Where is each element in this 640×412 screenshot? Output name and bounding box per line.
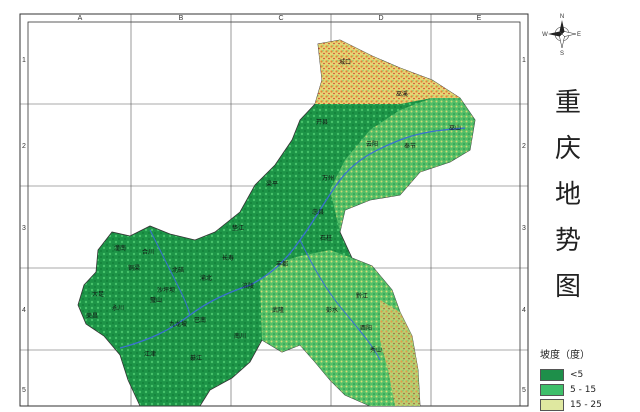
place-label: 江津 bbox=[144, 351, 156, 358]
title-char: 重 bbox=[554, 88, 581, 118]
legend-title: 坡度（度） bbox=[540, 350, 590, 361]
row-label: 2 bbox=[22, 143, 26, 150]
place-label: 渝北 bbox=[200, 274, 212, 282]
legend-label: 5 - 15 bbox=[570, 384, 597, 395]
place-label: 黔江 bbox=[356, 292, 368, 300]
legend-label: 15 - 25 bbox=[570, 399, 602, 410]
place-label: 彭水 bbox=[326, 306, 338, 314]
slope-legend: 坡度（度） <5 5 - 15 15 - 25 bbox=[540, 346, 630, 412]
place-label: 丰都 bbox=[276, 260, 288, 268]
place-label: 沙坪坝 bbox=[157, 286, 175, 294]
place-label: 城口 bbox=[339, 59, 351, 66]
place-label: 铜梁 bbox=[128, 264, 140, 272]
title-char: 庆 bbox=[554, 134, 581, 164]
terrain-mountains-north bbox=[315, 40, 460, 104]
row-label: 5 bbox=[522, 387, 526, 394]
row-label: 3 bbox=[522, 225, 526, 232]
row-label: 1 bbox=[22, 57, 26, 64]
column-label: A bbox=[78, 15, 83, 22]
place-label: 南川 bbox=[234, 332, 246, 340]
row-label: 4 bbox=[522, 307, 526, 314]
compass-n-label: N bbox=[560, 14, 564, 20]
column-label: C bbox=[278, 15, 283, 22]
compass-e-label: E bbox=[577, 32, 581, 38]
title-char: 地 bbox=[554, 180, 581, 210]
place-label: 巫山 bbox=[449, 124, 461, 132]
compass-rose: N S E W bbox=[542, 14, 581, 57]
compass-s-label: S bbox=[560, 51, 564, 57]
place-label: 巫溪 bbox=[396, 90, 408, 98]
row-label: 3 bbox=[22, 225, 26, 232]
legend-label: <5 bbox=[570, 369, 584, 380]
place-label: 北碚 bbox=[172, 266, 184, 274]
row-label: 5 bbox=[22, 387, 26, 394]
place-label: 酉阳 bbox=[360, 324, 372, 332]
compass-east-arrow bbox=[561, 31, 577, 37]
legend-item: 5 - 15 bbox=[540, 382, 630, 397]
place-label: 荣昌 bbox=[86, 312, 98, 320]
column-label: D bbox=[378, 15, 383, 22]
place-label: 璧山 bbox=[150, 296, 162, 304]
place-label: 忠县 bbox=[312, 208, 324, 216]
chongqing-region bbox=[77, 39, 476, 407]
column-label: B bbox=[179, 15, 184, 22]
map-title: 重 庆 地 势 图 bbox=[548, 80, 588, 310]
row-label: 2 bbox=[522, 143, 526, 150]
place-label: 涪陵 bbox=[242, 282, 254, 290]
place-label: 石柱 bbox=[320, 234, 332, 242]
place-label: 长寿 bbox=[222, 254, 234, 262]
place-label: 大足 bbox=[92, 290, 104, 298]
legend-swatch bbox=[540, 368, 564, 381]
place-label: 巴南 bbox=[194, 316, 206, 324]
place-label: 潼南 bbox=[114, 244, 126, 252]
legend-swatch bbox=[540, 398, 564, 411]
place-label: 奉节 bbox=[404, 142, 416, 150]
place-label: 綦江 bbox=[190, 354, 202, 362]
place-label: 秀山 bbox=[370, 346, 382, 354]
place-label: 垫江 bbox=[232, 224, 244, 232]
place-label: 合川 bbox=[142, 248, 154, 256]
compass-w-label: W bbox=[542, 32, 548, 38]
place-label: 永川 bbox=[112, 304, 124, 312]
row-label: 1 bbox=[522, 57, 526, 64]
title-char: 图 bbox=[554, 272, 581, 302]
row-labels-right: 1 2 3 4 5 bbox=[522, 57, 526, 394]
place-label: 九龙坡 bbox=[169, 320, 187, 328]
column-labels-top: A B C D E bbox=[78, 15, 482, 22]
legend-item: <5 bbox=[540, 367, 630, 382]
place-label: 梁平 bbox=[266, 180, 278, 188]
title-char: 势 bbox=[554, 226, 581, 256]
map-figure: A B C D E 1 2 3 4 5 1 2 3 4 5 城口巫溪开县云阳 奉节 巫山万州梁平忠县石柱丰都… bbox=[0, 0, 640, 411]
place-label: 开县 bbox=[316, 119, 328, 126]
row-labels-left: 1 2 3 4 5 bbox=[22, 57, 26, 394]
column-label: E bbox=[477, 15, 482, 22]
place-label: 武隆 bbox=[272, 306, 284, 314]
legend-item: 15 - 25 bbox=[540, 397, 630, 412]
row-label: 4 bbox=[22, 307, 26, 314]
place-label: 万州 bbox=[322, 175, 334, 182]
legend-swatch bbox=[540, 383, 564, 396]
place-label: 云阳 bbox=[366, 140, 378, 148]
